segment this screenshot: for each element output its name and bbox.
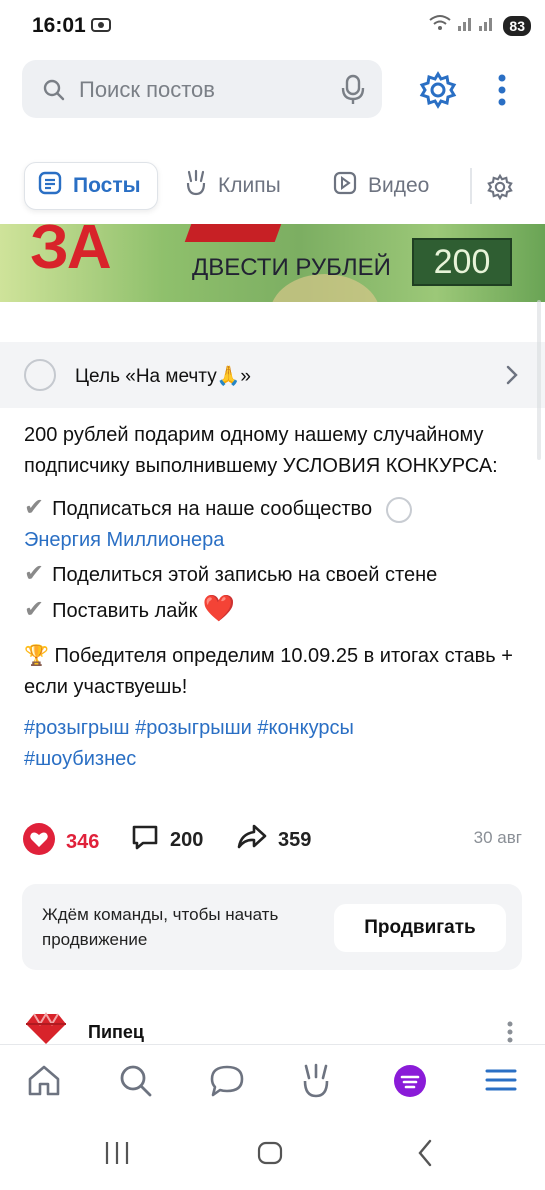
wifi-icon xyxy=(429,14,452,37)
system-navigation xyxy=(0,1118,545,1190)
messages-icon[interactable] xyxy=(208,1063,246,1104)
banner-caption: ДВЕСТИ РУБЛЕЙ xyxy=(192,254,391,281)
trophy-icon: 🏆 xyxy=(24,645,49,667)
more-vertical-icon[interactable] xyxy=(496,72,508,113)
promotion-text: Ждём команды, чтобы начать продвижение xyxy=(42,905,279,949)
clips-nav-icon[interactable] xyxy=(300,1063,332,1104)
goal-row[interactable]: Цель «На мечту🙏» xyxy=(0,342,545,408)
banner-fragment-text: ЗА xyxy=(30,224,112,282)
like-button[interactable]: 346 xyxy=(22,822,99,862)
share-count: 359 xyxy=(278,828,312,851)
search-nav-icon[interactable] xyxy=(118,1063,154,1104)
status-bar: 16:01 83 xyxy=(0,0,545,52)
condition-3: ✔ Поставить лайк ❤️ xyxy=(24,593,524,627)
hashtags-line-1[interactable]: #розыгрыш #розыгрыши #конкурсы xyxy=(24,717,354,739)
share-button[interactable]: 359 xyxy=(236,822,311,858)
promotion-card: Ждём команды, чтобы начать продвижение П… xyxy=(22,884,522,970)
check-icon: ✔ xyxy=(24,596,45,623)
community-avatar-icon xyxy=(386,496,413,523)
market-icon[interactable] xyxy=(392,1063,428,1104)
screen-record-icon xyxy=(90,14,112,41)
settings-gear-icon[interactable] xyxy=(418,70,458,115)
post-banner-image[interactable]: ЗА ДВЕСТИ РУБЛЕЙ 200 xyxy=(0,224,545,302)
scroll-indicator xyxy=(537,300,541,460)
signal-icon xyxy=(457,14,497,37)
video-icon xyxy=(332,170,358,202)
search-placeholder: Поиск постов xyxy=(79,77,215,102)
tab-clips[interactable]: Клипы xyxy=(184,162,281,210)
bottom-navigation xyxy=(0,1044,545,1118)
condition-1-text: Подписаться на наше сообщество xyxy=(52,498,373,520)
chevron-right-icon xyxy=(505,364,519,391)
recents-icon[interactable] xyxy=(103,1138,131,1173)
banner-red-stripe xyxy=(184,224,282,242)
tab-clips-label: Клипы xyxy=(218,174,281,197)
winner-text: Победителя определим 10.09.25 в итогах с… xyxy=(24,645,513,698)
battery-indicator: 83 xyxy=(503,15,531,36)
status-time: 16:01 xyxy=(32,14,86,37)
clips-icon xyxy=(184,169,208,203)
heart-emoji-icon: ❤️ xyxy=(202,593,236,623)
post-actions: 346 200 359 30 авг xyxy=(22,822,522,862)
promote-button[interactable]: Продвигать xyxy=(334,904,506,952)
author-avatar[interactable] xyxy=(22,1010,70,1046)
posts-icon xyxy=(37,170,63,202)
back-icon[interactable] xyxy=(414,1138,436,1173)
condition-2-text: Поделиться этой записью на своей стене xyxy=(52,564,438,586)
banner-value: 200 xyxy=(412,238,512,286)
check-icon: ✔ xyxy=(24,560,45,587)
condition-1: ✔ Подписаться на наше сообщество xyxy=(24,492,524,525)
community-link[interactable]: Энергия Миллионера xyxy=(24,529,224,551)
comment-icon xyxy=(130,822,160,858)
content-tabs: Посты Клипы Видео xyxy=(0,158,545,214)
author-name[interactable]: Пипец xyxy=(88,1022,144,1043)
heart-icon xyxy=(22,822,56,862)
tab-video[interactable]: Видео xyxy=(332,162,429,210)
home-icon[interactable] xyxy=(26,1063,62,1104)
share-icon xyxy=(236,822,268,858)
microphone-icon[interactable] xyxy=(340,74,366,111)
check-icon: ✔ xyxy=(24,494,45,521)
post-date: 30 авг xyxy=(473,828,522,847)
tab-posts[interactable]: Посты xyxy=(24,162,158,210)
tabs-settings-icon[interactable] xyxy=(486,173,514,206)
condition-2: ✔ Поделиться этой записью на своей стене xyxy=(24,558,524,591)
search-input[interactable]: Поиск постов xyxy=(22,60,382,118)
winner-paragraph: 🏆 Победителя определим 10.09.25 в итогах… xyxy=(24,641,524,703)
system-home-icon[interactable] xyxy=(256,1138,284,1173)
hashtags-line-2[interactable]: #шоубизнес xyxy=(24,748,136,770)
search-icon xyxy=(42,78,66,107)
post-intro: 200 рублей подарим одному нашему случайн… xyxy=(24,424,498,477)
menu-icon[interactable] xyxy=(484,1063,518,1102)
next-post-header: Пипец xyxy=(22,1006,522,1046)
comment-button[interactable]: 200 xyxy=(130,822,203,858)
tab-video-label: Видео xyxy=(368,174,430,197)
post-text: 200 рублей подарим одному нашему случайн… xyxy=(24,420,524,775)
like-count: 346 xyxy=(66,830,100,853)
tab-posts-label: Посты xyxy=(73,174,141,197)
condition-3-text: Поставить лайк xyxy=(52,600,198,622)
goal-label: Цель «На мечту🙏» xyxy=(75,366,251,387)
goal-progress-icon xyxy=(24,359,56,391)
comment-count: 200 xyxy=(170,828,204,851)
tabs-divider xyxy=(470,168,472,204)
